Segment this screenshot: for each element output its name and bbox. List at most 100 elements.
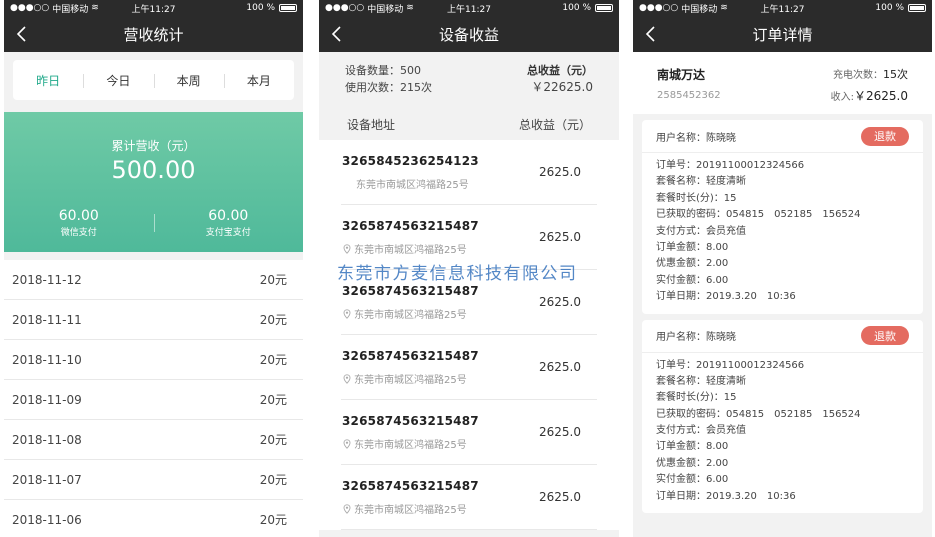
device-id: 3265874563215487: [342, 479, 479, 493]
revenue-stats-screen: ●●●○○ 中国移动 ≋ 上午11:27 100 % 营收统计 昨日 今日 本周 本…: [4, 0, 303, 537]
device-revenue: 2625.0: [539, 490, 581, 504]
row-date: 2018-11-12: [12, 272, 82, 287]
row-amount: 20元: [259, 473, 287, 487]
device-address-text: 东莞市南城区鸿福路25号: [354, 245, 467, 256]
income-value: ￥2625.0: [854, 89, 908, 103]
row-amount: 20元: [259, 393, 287, 407]
row-amount: 20元: [259, 433, 287, 447]
device-address: 东莞市南城区鸿福路25号: [342, 436, 467, 451]
table-row[interactable]: 3265874563215487 东莞市南城区鸿福路25号 2625.0: [341, 335, 597, 400]
carrier-label: 中国移动: [681, 4, 718, 15]
list-item[interactable]: 2018-11-08 20元: [4, 420, 303, 460]
col-address: 设备地址: [347, 117, 396, 132]
device-address-text: 东莞市南城区鸿福路25号: [356, 180, 469, 191]
alipay-label: 支付宝支付: [205, 228, 251, 238]
wifi-icon: ≋: [91, 3, 99, 13]
signal-icon: ●●●○○: [10, 3, 50, 13]
total-revenue-value: 500.00: [111, 156, 196, 184]
list-item[interactable]: 2018-11-06 20元: [4, 500, 303, 537]
wechat-summary: 60.00 微信支付: [4, 208, 154, 238]
tab-yesterday[interactable]: 昨日: [13, 72, 83, 89]
device-address: 东莞市南城区鸿福路25号: [342, 241, 467, 256]
device-id: 3265874563215487: [342, 414, 479, 428]
order-field: 订单号：20191100012324566: [656, 359, 805, 371]
location-pin-icon: [343, 503, 351, 514]
carrier-label: 中国移动: [367, 4, 404, 15]
device-id: 3265874563215487: [342, 284, 479, 298]
wechat-value: 60.00: [58, 208, 99, 224]
table-row[interactable]: 3265874563215487 东莞市南城区鸿福路25号 2625.0: [341, 465, 597, 530]
row-date: 2018-11-11: [12, 312, 82, 327]
refund-button[interactable]: 退款: [861, 126, 909, 146]
row-date: 2018-11-09: [12, 392, 82, 407]
location-pin-icon: [343, 243, 351, 254]
device-address: 东莞市南城区鸿福路25号: [342, 371, 467, 386]
list-item[interactable]: 2018-11-12 20元: [4, 260, 303, 300]
list-item[interactable]: 2018-11-10 20元: [4, 340, 303, 380]
device-address-text: 东莞市南城区鸿福路25号: [354, 440, 467, 451]
device-id: 3265874563215487: [342, 219, 479, 233]
back-icon[interactable]: [14, 25, 32, 43]
order-field: 套餐名称：轻度清晰: [656, 176, 746, 188]
alipay-value: 60.00: [208, 208, 249, 224]
device-revenue: 2625.0: [539, 230, 581, 244]
row-amount: 20元: [259, 513, 287, 527]
income-label: 收入:: [830, 92, 854, 103]
device-count: 设备数量：500: [345, 64, 421, 77]
device-summary: 设备数量：500 使用次数：215次 总收益（元） ￥22625.0: [319, 52, 619, 108]
device-list: 3265845236254123 东莞市南城区鸿福路25号 2625.0 3265…: [319, 140, 619, 530]
tab-today[interactable]: 今日: [83, 72, 153, 89]
battery-icon: [595, 4, 613, 12]
row-amount: 20元: [259, 313, 287, 327]
back-icon[interactable]: [329, 25, 347, 43]
order-field: 支付方式：会员充值: [656, 225, 746, 237]
status-bar: ●●●○○ 中国移动 ≋ 上午11:27 100 %: [319, 0, 619, 16]
device-revenue: 2625.0: [539, 360, 581, 374]
user-name: 用户名称：陈晓晓: [656, 332, 736, 344]
order-field: 套餐名称：轻度清晰: [656, 375, 746, 387]
alipay-summary: 60.00 支付宝支付: [153, 208, 304, 238]
order-detail-screen: ●●●○○ 中国移动 ≋ 上午11:27 100 % 订单详情 南城万达 25854…: [633, 0, 932, 537]
battery-icon: [908, 4, 926, 12]
income: 收入:￥2625.0: [831, 87, 908, 104]
table-row[interactable]: 3265845236254123 东莞市南城区鸿福路25号 2625.0: [341, 140, 597, 205]
order-field: 实付金额：6.00: [656, 274, 729, 286]
page-title: 营收统计: [123, 25, 184, 44]
device-address: 东莞市南城区鸿福路25号: [342, 501, 467, 516]
device-address-text: 东莞市南城区鸿福路25号: [354, 310, 467, 321]
battery-label: 100 %: [246, 3, 275, 13]
device-address-text: 东莞市南城区鸿福路25号: [354, 505, 467, 516]
signal-icon: ●●●○○: [325, 3, 365, 13]
list-item[interactable]: 2018-11-07 20元: [4, 460, 303, 500]
row-amount: 20元: [259, 273, 287, 287]
order-cards: 用户名称：陈晓晓 退款 订单号：20191100012324566 套餐名称：轻度清晰…: [633, 120, 932, 514]
store-summary: 南城万达 2585452362 充电次数：15次 收入:￥2625.0: [633, 52, 932, 114]
order-card: 用户名称：陈晓晓 退款 订单号：20191100012324566 套餐名称：轻度清晰…: [642, 120, 923, 314]
order-field: 已获取的密码：054815 052185 156524: [656, 408, 861, 420]
row-date: 2018-11-06: [12, 512, 82, 527]
store-id: 2585452362: [657, 90, 721, 101]
charge-count-value: 15次: [883, 68, 908, 81]
tab-this-week[interactable]: 本周: [153, 72, 224, 89]
refund-button[interactable]: 退款: [861, 326, 909, 346]
location-pin-icon: [343, 308, 351, 319]
row-date: 2018-11-07: [12, 472, 82, 487]
user-name: 用户名称：陈晓晓: [656, 132, 736, 144]
back-icon[interactable]: [643, 25, 661, 43]
order-field: 订单金额：8.00: [656, 241, 729, 253]
page-title: 设备收益: [438, 25, 499, 44]
list-item[interactable]: 2018-11-09 20元: [4, 380, 303, 420]
battery-label: 100 %: [875, 3, 904, 13]
order-field: 套餐时长(分)：15: [656, 392, 737, 404]
battery-icon: [279, 4, 297, 12]
signal-icon: ●●●○○: [639, 3, 679, 13]
status-time: 上午11:27: [447, 4, 491, 15]
row-date: 2018-11-10: [12, 352, 82, 367]
order-field: 已获取的密码：054815 052185 156524: [656, 209, 861, 221]
battery-label: 100 %: [562, 3, 591, 13]
total-revenue-label: 总收益（元）: [527, 64, 593, 77]
list-item[interactable]: 2018-11-11 20元: [4, 300, 303, 340]
wechat-label: 微信支付: [60, 228, 97, 238]
tab-this-month[interactable]: 本月: [223, 72, 294, 89]
table-row[interactable]: 3265874563215487 东莞市南城区鸿福路25号 2625.0: [341, 400, 597, 465]
